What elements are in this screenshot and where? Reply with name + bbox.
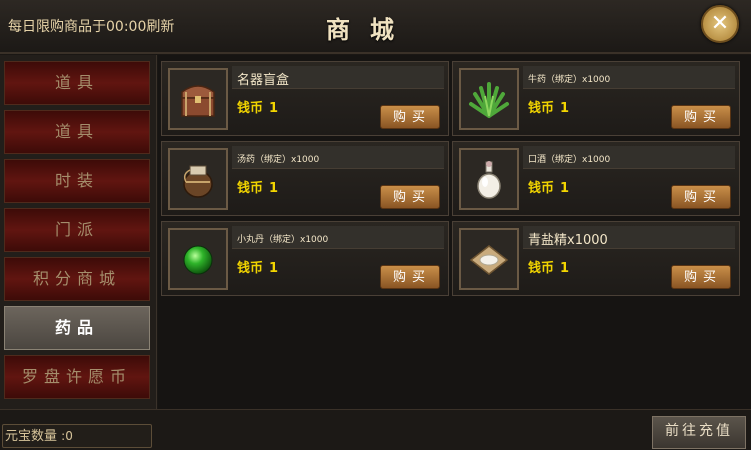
- item-price: 钱币 1: [237, 261, 279, 276]
- close-button[interactable]: ✕: [701, 5, 739, 43]
- item-name: 小丸丹（绑定）x1000: [237, 235, 329, 245]
- treasure-box-icon: [181, 85, 215, 117]
- item-name: 青盐精x1000: [528, 233, 608, 248]
- tab-medicine[interactable]: 药品: [4, 306, 150, 350]
- salt-packet-icon: [469, 245, 509, 275]
- buy-button[interactable]: 购买: [380, 185, 440, 209]
- item-name: 牛药（绑定）x1000: [528, 75, 611, 85]
- buy-button[interactable]: 购买: [671, 265, 731, 289]
- buy-button[interactable]: 购买: [380, 105, 440, 129]
- tab-compass-wish-coin[interactable]: 罗盘许愿币: [4, 355, 150, 399]
- tab-fashion[interactable]: 时装: [4, 159, 150, 203]
- tab-points-shop[interactable]: 积分商城: [4, 257, 150, 301]
- shop-title: 商城: [326, 15, 414, 44]
- item-price: 钱币 1: [237, 101, 279, 116]
- jar-icon: [183, 165, 213, 198]
- item-icon-frame: [459, 228, 519, 290]
- close-icon[interactable]: ✕: [711, 11, 729, 36]
- category-sidebar: 道具 道具 时装 门派 积分商城 药品 罗盘许愿币: [0, 55, 157, 409]
- footer-bar: 元宝数量 :0 前往充值: [0, 409, 751, 450]
- shop-item-card: 汤药（绑定）x1000 钱币 1 购买: [161, 141, 449, 216]
- item-icon-frame: [459, 68, 519, 130]
- yuanbao-label: 元宝数量: [5, 429, 58, 444]
- item-price: 钱币 1: [528, 261, 570, 276]
- herb-icon: [469, 82, 509, 118]
- item-name: 口酒（绑定）x1000: [528, 155, 611, 165]
- buy-button[interactable]: 购买: [671, 185, 731, 209]
- tab-props-2[interactable]: 道具: [4, 110, 150, 154]
- yuanbao-balance: 元宝数量 :0: [2, 424, 152, 448]
- item-price: 钱币 1: [528, 181, 570, 196]
- refresh-notice: 每日限购商品于00:00刷新: [8, 19, 175, 35]
- tab-sect[interactable]: 门派: [4, 208, 150, 252]
- wine-bottle-icon: [477, 161, 501, 199]
- shop-item-card: 牛药（绑定）x1000 钱币 1 购买: [452, 61, 740, 136]
- item-icon-frame: [168, 148, 228, 210]
- item-icon-frame: [168, 228, 228, 290]
- buy-button[interactable]: 购买: [380, 265, 440, 289]
- item-price: 钱币 1: [237, 181, 279, 196]
- shop-item-card: 口酒（绑定）x1000 钱币 1 购买: [452, 141, 740, 216]
- shop-item-card: 小丸丹（绑定）x1000 钱币 1 购买: [161, 221, 449, 296]
- green-pill-icon: [183, 245, 213, 275]
- header-bar: 每日限购商品于00:00刷新 商城 ✕: [0, 0, 751, 54]
- buy-button[interactable]: 购买: [671, 105, 731, 129]
- shop-item-card: 名器盲盒 钱币 1 购买: [161, 61, 449, 136]
- yuanbao-count: :0: [61, 429, 73, 443]
- item-name: 汤药（绑定）x1000: [237, 155, 320, 165]
- item-grid: 名器盲盒 钱币 1 购买 牛药（绑定）x1000 钱币 1 购买 汤药（绑定）x…: [158, 55, 751, 409]
- item-icon-frame: [168, 68, 228, 130]
- item-name: 名器盲盒: [237, 73, 290, 88]
- shop-item-card: 青盐精x1000 钱币 1 购买: [452, 221, 740, 296]
- item-price: 钱币 1: [528, 101, 570, 116]
- item-icon-frame: [459, 148, 519, 210]
- recharge-button[interactable]: 前往充值: [652, 416, 746, 449]
- tab-props-1[interactable]: 道具: [4, 61, 150, 105]
